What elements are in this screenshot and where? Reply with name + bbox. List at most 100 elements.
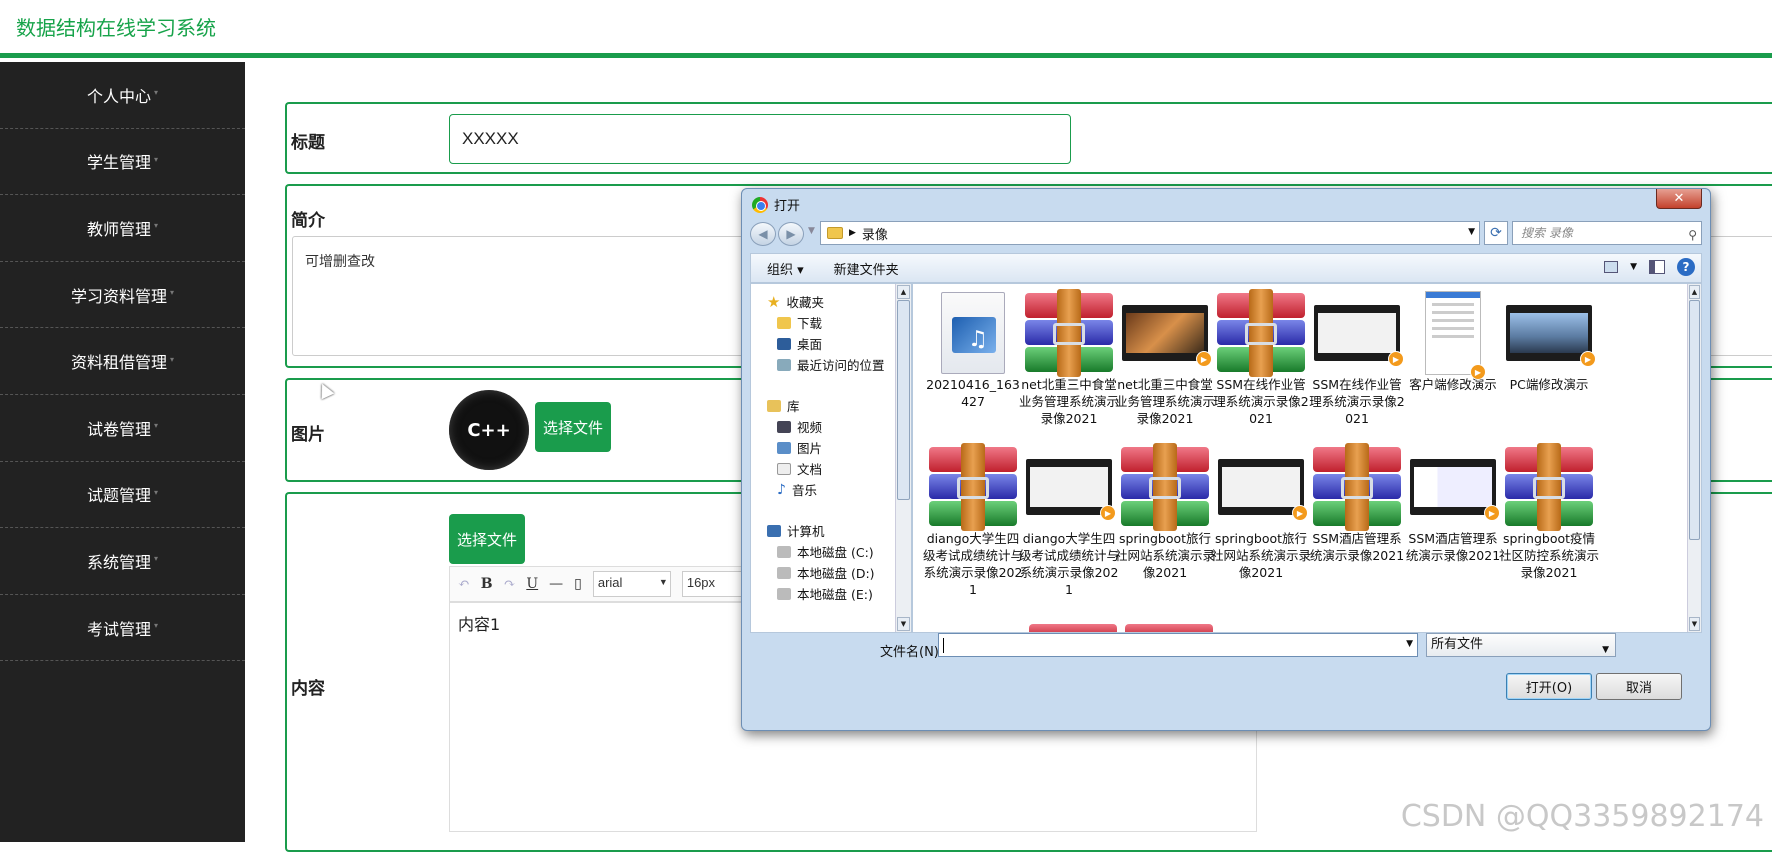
filetype-value: 所有文件 [1431,637,1483,652]
sidebar-item-teachers[interactable]: 教师管理▾ [0,195,245,262]
nav-item-label: 本地磁盘 (E:) [797,584,873,603]
sidebar-item-label: 学习资料管理 [71,283,167,307]
view-dropdown-icon[interactable]: ▼ [1630,262,1637,272]
file-name: SSM酒店管理系统演示录像2021 [1403,530,1503,564]
open-button[interactable]: 打开(O) [1506,673,1592,700]
filename-input[interactable]: ▼ [938,633,1418,657]
avatar-text: C++ [467,420,510,441]
view-controls: ▼ ? [1604,258,1695,276]
sidebar-item-system[interactable]: 系统管理▾ [0,528,245,595]
address-bar[interactable]: ▶ 录像 ▼ [820,221,1480,245]
help-icon[interactable]: ? [1677,258,1695,276]
file-item[interactable]: ▶ SSM在线作业管理系统演示录像2021 [1307,292,1407,427]
file-item[interactable]: ▶ net北重三中食堂业务管理系统演示录像2021 [1115,292,1215,427]
file-name: diango大学生四级考试成绩统计与系统演示录像2021 [1019,530,1119,598]
scroll-down-icon[interactable]: ▼ [897,617,910,631]
new-folder-button[interactable]: 新建文件夹 [834,259,899,278]
file-item[interactable]: springboot旅行社网站系统演示录像2021 [1115,446,1215,581]
history-dropdown-icon[interactable]: ▼ [808,226,815,236]
sidebar-item-label: 个人中心 [87,83,151,107]
file-item[interactable]: ▶ diango大学生四级考试成绩统计与系统演示录像2021 [1019,446,1119,598]
scroll-down-icon[interactable]: ▼ [1689,617,1700,631]
file-pane-scrollbar[interactable]: ▲ ▼ [1687,284,1701,632]
file-item[interactable]: springboot疫情社区防控系统演示录像2021 [1499,446,1599,581]
back-icon[interactable]: ◀ [750,222,776,246]
nav-scrollbar[interactable]: ▲ ▼ [895,284,911,632]
redo-icon[interactable]: ↷ [504,576,516,592]
breadcrumb-arrow-icon[interactable]: ▶ [849,228,856,238]
nav-downloads[interactable]: 下载 [777,313,822,332]
content-choose-file-button[interactable]: 选择文件 [449,514,525,564]
sidebar-item-label: 教师管理 [87,216,151,240]
sidebar-item-personal-center[interactable]: 个人中心▾ [0,62,245,129]
forward-icon[interactable]: ▶ [778,222,804,246]
organize-button[interactable]: 组织 ▾ [767,259,804,278]
command-bar: 组织 ▾ 新建文件夹 ▼ ? [750,253,1702,283]
sidebar-item-materials[interactable]: 学习资料管理▾ [0,262,245,329]
bold-button[interactable]: B [481,576,493,592]
scroll-up-icon[interactable]: ▲ [1689,285,1700,299]
nav-computer[interactable]: 计算机 [767,521,825,540]
font-family-select[interactable]: arial▼ [593,571,671,597]
search-icon[interactable]: ⚲ [1688,224,1697,246]
sidebar-item-papers[interactable]: 试卷管理▾ [0,395,245,462]
file-item[interactable]: ▶ springboot旅行社网站系统演示录像2021 [1211,446,1311,581]
address-path: 录像 [862,224,888,243]
document-icon[interactable]: ▯ [574,576,582,592]
file-thumbnail: ▶ [1119,292,1211,374]
file-item[interactable]: diango大学生四级考试成绩统计与系统演示录像2021 [923,446,1023,598]
nav-videos[interactable]: 视频 [777,417,822,436]
dropdown-icon: ▼ [659,577,668,587]
nav-disk-e[interactable]: 本地磁盘 (E:) [777,584,873,603]
sidebar-item-questions[interactable]: 试题管理▾ [0,462,245,529]
downloads-icon [777,317,791,329]
refresh-icon[interactable]: ⟳ [1484,221,1508,245]
title-input[interactable] [449,114,1071,164]
scroll-up-icon[interactable]: ▲ [897,285,910,299]
dialog-close-button[interactable]: ✕ [1656,189,1702,209]
file-thumbnail: ♫ [927,292,1019,374]
cancel-button[interactable]: 取消 [1596,673,1682,700]
preview-pane-icon[interactable] [1649,260,1665,274]
nav-pictures[interactable]: 图片 [777,438,822,457]
caret-icon: ▾ [154,155,158,164]
file-item[interactable]: net北重三中食堂业务管理系统演示录像2021 [1019,292,1119,427]
file-item[interactable]: SSM酒店管理系统演示录像2021 [1307,446,1407,564]
change-view-icon[interactable] [1604,261,1618,273]
file-name: 20210416_163427 [923,376,1023,410]
dialog-title-bar: 打开 [752,195,800,214]
address-dropdown-icon[interactable]: ▼ [1468,227,1475,237]
nav-favorites[interactable]: ★收藏夹 [767,292,824,311]
nav-documents[interactable]: 文档 [777,459,822,478]
scroll-thumb[interactable] [1689,300,1700,540]
nav-music[interactable]: ♪音乐 [777,480,817,499]
filename-dropdown-icon[interactable]: ▼ [1406,639,1413,649]
image-choose-file-button[interactable]: 选择文件 [535,402,611,452]
filetype-select[interactable]: 所有文件 ▼ [1426,633,1616,657]
undo-icon[interactable]: ↶ [458,576,470,592]
file-item[interactable]: SSM在线作业管理系统演示录像2021 [1211,292,1311,427]
sidebar-item-rentals[interactable]: 资料租借管理▾ [0,328,245,395]
dialog-title: 打开 [774,195,800,214]
nav-library[interactable]: 库 [767,396,800,415]
nav-disk-c[interactable]: 本地磁盘 (C:) [777,542,874,561]
sidebar-item-students[interactable]: 学生管理▾ [0,129,245,196]
caret-icon: ▾ [154,554,158,563]
scroll-thumb[interactable] [897,300,910,500]
file-item[interactable]: ▶ 客户端修改演示 [1403,292,1503,393]
nav-recent[interactable]: 最近访问的位置 [777,355,885,374]
file-name: net北重三中食堂业务管理系统演示录像2021 [1019,376,1119,427]
video-thumbnail-icon: ▶ [1122,305,1208,361]
horizontal-rule-button[interactable]: — [549,576,563,592]
image-preview: C++ [449,390,529,470]
nav-disk-d[interactable]: 本地磁盘 (D:) [777,563,875,582]
sidebar-item-exams[interactable]: 考试管理▾ [0,595,245,662]
file-item[interactable]: ♫ 20210416_163427 [923,292,1023,410]
file-name: SSM酒店管理系统演示录像2021 [1307,530,1407,564]
file-thumbnail [1503,446,1595,528]
search-input[interactable]: 搜索 录像 ⚲ [1512,221,1702,245]
file-item[interactable]: ▶ SSM酒店管理系统演示录像2021 [1403,446,1503,564]
nav-desktop[interactable]: 桌面 [777,334,822,353]
file-item[interactable]: ▶ PC端修改演示 [1499,292,1599,393]
underline-button[interactable]: U [526,576,538,592]
